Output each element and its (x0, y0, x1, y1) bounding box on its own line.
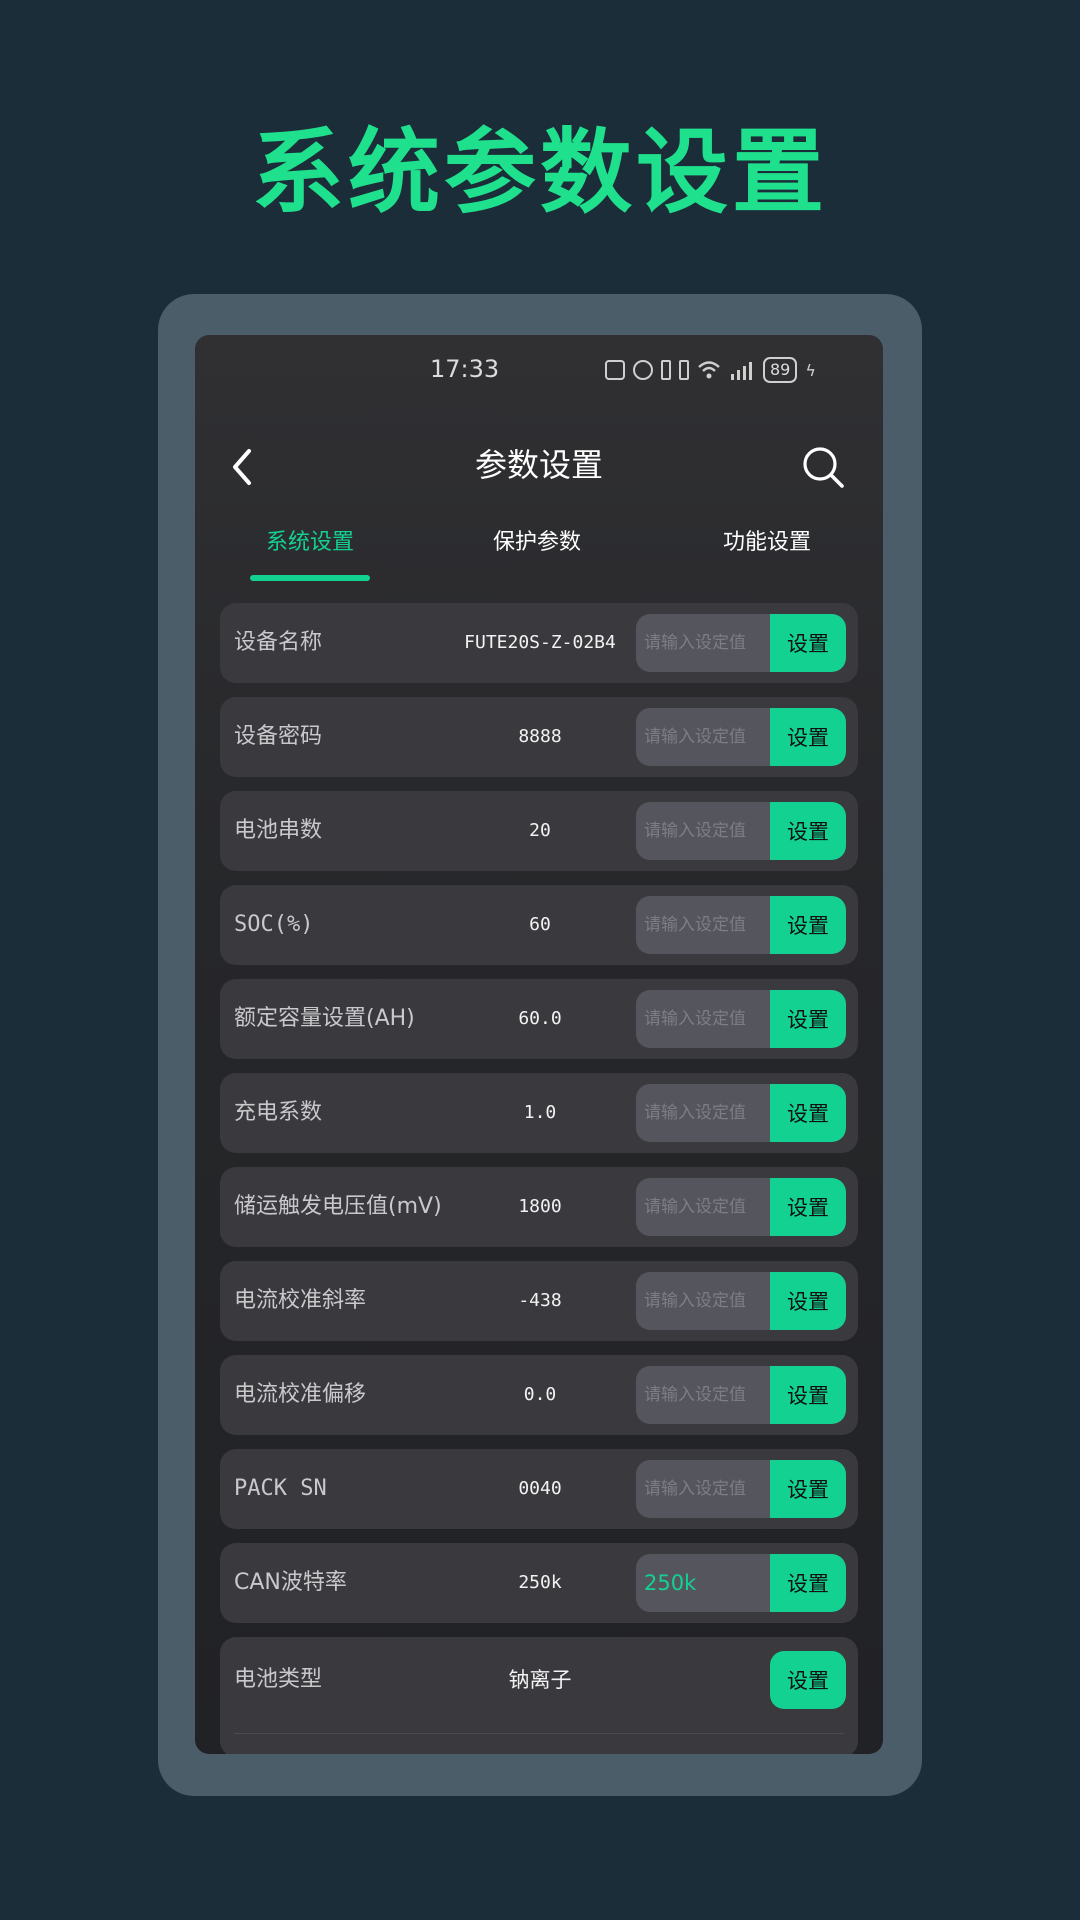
nfc-icon (605, 360, 625, 380)
set-button[interactable]: 设置 (770, 708, 846, 766)
search-icon[interactable] (801, 445, 845, 489)
setting-input-group: 设置 (636, 1084, 846, 1142)
setting-current-value: 0.0 (523, 1384, 557, 1405)
tab-function-settings[interactable]: 功能设置 (707, 515, 827, 571)
setting-current-value: 250k (518, 1572, 562, 1593)
setting-label: 充电系数 (234, 1100, 323, 1125)
setting-input-group: 设置 (636, 614, 846, 672)
battery-type-value: 钠离子 (508, 1668, 572, 1692)
setting-input-group: 设置 (636, 1366, 846, 1424)
setting-row: 储运触发电压值(mV) 1800 设置 (220, 1167, 858, 1247)
setting-current-value: -438 (518, 1290, 562, 1311)
set-button[interactable]: 设置 (770, 1178, 846, 1236)
page-headline: 系统参数设置 (251, 119, 828, 226)
setting-value-input[interactable] (636, 896, 776, 954)
tab-bar: 系统设置 保护参数 功能设置 (195, 515, 883, 581)
tab-system-settings[interactable]: 系统设置 (250, 515, 370, 581)
tab-label: 功能设置 (722, 530, 811, 555)
status-time: 17:33 (430, 355, 500, 383)
tab-label: 系统设置 (265, 530, 354, 555)
battery-icon: 89 (763, 357, 798, 383)
chevron-left-icon[interactable] (225, 447, 261, 487)
setting-row: CAN波特率 250k 设置 (220, 1543, 858, 1623)
setting-input-group: 设置 (636, 1272, 846, 1330)
setting-input-group: 设置 (636, 802, 846, 860)
setting-label: 电池类型 (234, 1667, 323, 1692)
setting-row: 设备密码 8888 设置 (220, 697, 858, 777)
setting-input-group: 设置 (636, 990, 846, 1048)
setting-current-value: FUTE20S-Z-02B4 (464, 632, 616, 653)
status-icons: 89 ϟ (605, 355, 816, 385)
phone-screen: 17:33 89 ϟ 参数设置 系统设置 保护参数 功能设置 设备名称 FUTE… (195, 335, 883, 1754)
setting-row: 设备名称 FUTE20S-Z-02B4 设置 (220, 603, 858, 683)
setting-row: 电流校准斜率 -438 设置 (220, 1261, 858, 1341)
setting-row: 电流校准偏移 0.0 设置 (220, 1355, 858, 1435)
setting-current-value: 60.0 (518, 1008, 562, 1029)
setting-input-group: 设置 (636, 1554, 846, 1612)
setting-row: 电池串数 20 设置 (220, 791, 858, 871)
setting-current-value: 1800 (518, 1196, 562, 1217)
setting-input-group: 设置 (636, 1460, 846, 1518)
battery-type-row: 电池类型 钠离子 设置 (220, 1637, 858, 1754)
setting-value-input[interactable] (636, 990, 776, 1048)
setting-value-input[interactable] (636, 1084, 776, 1142)
setting-input-group: 设置 (636, 1178, 846, 1236)
alarm-icon (633, 360, 653, 380)
set-button[interactable]: 设置 (770, 1460, 846, 1518)
setting-current-value: 20 (529, 820, 551, 841)
setting-label: 电流校准斜率 (234, 1288, 367, 1313)
vibrate-icon (679, 360, 689, 380)
setting-row: PACK SN 0040 设置 (220, 1449, 858, 1529)
set-button[interactable]: 设置 (770, 1366, 846, 1424)
setting-current-value: 8888 (518, 726, 562, 747)
set-button[interactable]: 设置 (770, 614, 846, 672)
setting-label: 电流校准偏移 (234, 1382, 367, 1407)
setting-label: PACK SN (234, 1476, 327, 1501)
setting-value-input[interactable] (636, 708, 776, 766)
setting-row: 充电系数 1.0 设置 (220, 1073, 858, 1153)
setting-label: SOC(%) (234, 912, 314, 937)
setting-value-input[interactable] (636, 1178, 776, 1236)
set-button[interactable]: 设置 (770, 896, 846, 954)
setting-label: 电池串数 (234, 818, 323, 843)
divider (234, 1733, 844, 1734)
setting-row: SOC(%) 60 设置 (220, 885, 858, 965)
set-button[interactable]: 设置 (770, 1272, 846, 1330)
setting-label: 储运触发电压值(mV) (234, 1194, 442, 1219)
setting-value-input[interactable] (636, 1366, 776, 1424)
tab-protection-params[interactable]: 保护参数 (477, 515, 597, 571)
wifi-icon (698, 361, 720, 379)
setting-current-value: 0040 (518, 1478, 562, 1499)
page-title: 参数设置 (474, 446, 603, 484)
charging-icon: ϟ (805, 360, 816, 380)
setting-row: 额定容量设置(AH) 60.0 设置 (220, 979, 858, 1059)
tab-active-indicator (250, 575, 370, 581)
setting-current-value: 60 (529, 914, 551, 935)
setting-value-input[interactable] (636, 1554, 776, 1612)
setting-label: 设备密码 (234, 724, 323, 749)
setting-input-group: 设置 (636, 896, 846, 954)
set-button[interactable]: 设置 (770, 802, 846, 860)
setting-value-input[interactable] (636, 1272, 776, 1330)
setting-current-value: 1.0 (523, 1102, 557, 1123)
setting-label: 额定容量设置(AH) (234, 1006, 415, 1031)
setting-label: 设备名称 (234, 630, 323, 655)
setting-value-input[interactable] (636, 802, 776, 860)
status-bar: 17:33 89 ϟ (195, 335, 883, 405)
setting-input-group: 设置 (636, 708, 846, 766)
tab-label: 保护参数 (492, 530, 581, 555)
setting-label: CAN波特率 (234, 1570, 347, 1595)
app-bar: 参数设置 (195, 425, 883, 505)
set-button[interactable]: 设置 (770, 1651, 846, 1709)
set-button[interactable]: 设置 (770, 1554, 846, 1612)
set-button[interactable]: 设置 (770, 990, 846, 1048)
setting-value-input[interactable] (636, 1460, 776, 1518)
set-button[interactable]: 设置 (770, 1084, 846, 1142)
setting-value-input[interactable] (636, 614, 776, 672)
bluetooth-icon (661, 360, 671, 380)
signal-5g-icon (731, 362, 752, 380)
